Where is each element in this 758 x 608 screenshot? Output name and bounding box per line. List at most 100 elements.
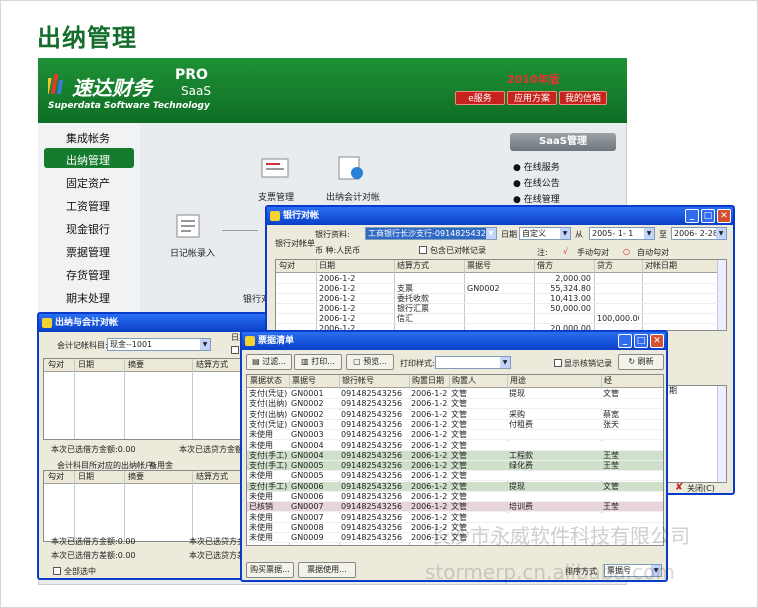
sidebar-item-notes[interactable]: 票据管理 bbox=[66, 244, 110, 260]
side-label: 期 bbox=[669, 386, 677, 395]
table-row[interactable]: 未使用 GN0004 091482543256 2006-1-2 文管 bbox=[247, 440, 663, 451]
journal-icon[interactable] bbox=[173, 213, 205, 239]
date-from-value: 2005- 1- 1 bbox=[592, 229, 634, 238]
table-row[interactable]: 2006-1-2 信汇 100,000.00 bbox=[276, 314, 726, 324]
saas-item-service-label: 在线服务 bbox=[523, 163, 560, 173]
sidebar-item-cash-bank[interactable]: 现金银行 bbox=[66, 221, 110, 237]
table-row[interactable]: 2006-1-2 委托收款 10,413.00 bbox=[276, 294, 726, 304]
sidebar-item-cashier[interactable]: 出纳管理 bbox=[66, 152, 110, 168]
account-book-label: 银行对帐单 bbox=[275, 239, 315, 248]
refresh-label: 刷新 bbox=[637, 357, 654, 366]
sidebar-item-period-end[interactable]: 期末处理 bbox=[66, 290, 110, 306]
print-style-select[interactable]: ▼ bbox=[435, 356, 511, 369]
e-service-button[interactable]: e服务 bbox=[455, 91, 505, 105]
table-cell: 2006-1-2 bbox=[411, 430, 448, 440]
table-cell: 文管 bbox=[451, 389, 467, 398]
minimize-button[interactable]: _ bbox=[618, 334, 632, 348]
reconcile-icon[interactable] bbox=[335, 155, 367, 181]
manual-label: 手动勾对 bbox=[577, 248, 609, 257]
solutions-button[interactable]: 应用方案 bbox=[507, 91, 557, 105]
show-cancelled-checkbox[interactable] bbox=[554, 359, 562, 367]
refresh-button[interactable]: ↻ 刷新 bbox=[618, 354, 664, 370]
table-row[interactable]: 2006-1-2 支票 GN0002 55,324.80 bbox=[276, 284, 726, 294]
chevron-down-icon[interactable]: ▼ bbox=[560, 228, 570, 239]
table-row[interactable]: 支付(手工) GN0004 091482543256 2006-1-2 文管 工程款 王莹 bbox=[247, 450, 663, 461]
table-row[interactable]: 未使用 GN0003 091482543256 2006-1-2 文管 bbox=[247, 430, 663, 441]
table-row[interactable]: 已核销 GN0007 091482543256 2006-1-2 文管 培训费 王莹 bbox=[247, 502, 663, 513]
scrollbar[interactable] bbox=[717, 386, 726, 482]
table-cell: 文管 bbox=[451, 481, 467, 491]
sidebar-item-payroll[interactable]: 工资管理 bbox=[66, 198, 110, 214]
table-row[interactable]: 2006-1-2 2,000.00 bbox=[276, 274, 726, 284]
chevron-down-icon[interactable]: ▼ bbox=[500, 357, 510, 368]
sidebar-item-integrated-accounts[interactable]: 集成帐务 bbox=[66, 130, 110, 146]
table-cell: 2006-1-2 bbox=[411, 440, 448, 450]
close-button[interactable]: 关闭(C) bbox=[687, 483, 715, 494]
table-cell: 091482543256 bbox=[341, 389, 403, 398]
lower-total-debit: 本次已选借方金额:0.00 bbox=[51, 537, 136, 546]
table-row[interactable]: 支付(凭证) GN0003 091482543256 2006-1-2 文管 付租费 张天 bbox=[247, 419, 663, 430]
minimize-button[interactable]: _ bbox=[685, 209, 699, 223]
print-button[interactable]: ▥ 打印... bbox=[294, 354, 342, 370]
ledger-col-header: 勾对 bbox=[48, 360, 64, 369]
table-row[interactable]: 未使用 GN0005 091482543256 2006-1-2 文管 bbox=[247, 471, 663, 482]
table-row[interactable]: 支付(出纳) GN0002 091482543256 2006-1-2 文管 bbox=[247, 399, 663, 410]
feature-reconcile-label[interactable]: 出纳会计对帐 bbox=[326, 190, 380, 203]
maximize-button[interactable]: □ bbox=[634, 334, 648, 348]
bank-window-titlebar[interactable]: 银行对帐 _ □ ✕ bbox=[267, 207, 733, 225]
sidebar-item-inventory[interactable]: 存货管理 bbox=[66, 267, 110, 283]
include-reconciled-checkbox[interactable] bbox=[419, 246, 427, 254]
grid-divider bbox=[192, 471, 193, 541]
saas-item-notice[interactable]: ● 在线公告 bbox=[513, 176, 560, 189]
chevron-down-icon[interactable]: ▼ bbox=[644, 228, 654, 239]
voucher-window-titlebar[interactable]: 票据清单 _ □ ✕ bbox=[242, 332, 666, 350]
reconcile-include-checkbox[interactable] bbox=[231, 346, 239, 354]
cheque-icon[interactable] bbox=[260, 155, 292, 181]
table-cell: 未使用 bbox=[249, 440, 273, 450]
table-row[interactable]: 支付(出纳) GN0002 091482543256 2006-1-2 文管 采购 蔡宽 bbox=[247, 409, 663, 420]
chevron-down-icon[interactable]: ▼ bbox=[486, 228, 496, 239]
saas-item-service[interactable]: ● 在线服务 bbox=[513, 160, 560, 173]
maximize-button[interactable]: □ bbox=[701, 209, 715, 223]
upper-ledger-grid[interactable]: 勾对 日期 摘要 结算方式 bbox=[43, 358, 265, 440]
mailbox-button[interactable]: 我的信箱 bbox=[559, 91, 607, 105]
close-icon[interactable]: ✕ bbox=[650, 334, 664, 348]
date-from-input[interactable]: 2005- 1- 1 ▼ bbox=[589, 227, 655, 240]
table-cell: 支付(凭证) bbox=[249, 389, 288, 398]
table-row[interactable]: 支付(凭证) GN0001 091482543256 2006-1-2 文管 提现 文管 bbox=[247, 389, 663, 399]
saas-item-admin[interactable]: ● 在线管理 bbox=[513, 192, 560, 205]
reconcile-window-titlebar[interactable]: 出纳与会计对帐 bbox=[39, 314, 265, 332]
table-cell: 091482543256 bbox=[341, 481, 403, 491]
date-to-input[interactable]: 2006- 2-28 ▼ bbox=[671, 227, 727, 240]
preview-button[interactable]: ▢ 预览... bbox=[346, 354, 394, 370]
use-voucher-button[interactable]: 票据使用... bbox=[298, 562, 356, 578]
account-select[interactable]: 现金--1001 ▼ bbox=[107, 338, 211, 351]
bank-select[interactable]: 工商银行长沙支行-0914825432 56 ▼ bbox=[365, 227, 497, 240]
filter-icon: ▤ bbox=[252, 357, 260, 366]
chevron-down-icon[interactable]: ▼ bbox=[716, 228, 726, 239]
table-cell: 091482543256 bbox=[341, 440, 403, 450]
date-mode-select[interactable]: 自定义 ▼ bbox=[519, 227, 571, 240]
bank-statement-grid[interactable]: 勾对 日期 结算方式 票据号 借方 贷方 对帐日期 2006-1-2 2,000.00 2006… bbox=[275, 259, 727, 331]
close-icon[interactable]: ✕ bbox=[717, 209, 731, 223]
table-cell: GN0005 bbox=[291, 461, 324, 471]
table-cell: 2006-1-2 bbox=[411, 461, 448, 471]
table-cell: 文管 bbox=[451, 409, 467, 419]
table-row[interactable]: 未使用 GN0006 091482543256 2006-1-2 文管 bbox=[247, 492, 663, 502]
table-cell: 2,000.00 bbox=[555, 274, 591, 283]
feature-journal-label[interactable]: 日记帐录入 bbox=[170, 246, 215, 259]
sidebar-item-fixed-assets[interactable]: 固定资产 bbox=[66, 175, 110, 191]
table-row[interactable]: 支付(手工) GN0006 091482543256 2006-1-2 文管 提现 文管 bbox=[247, 481, 663, 492]
table-cell: 信汇 bbox=[397, 314, 413, 323]
filter-button[interactable]: ▤ 过滤... bbox=[246, 354, 292, 370]
upper-total-debit: 本次已选借方金额:0.00 bbox=[51, 445, 136, 454]
window-icon bbox=[270, 211, 280, 221]
table-row[interactable]: 2006-1-2 银行汇票 50,000.00 bbox=[276, 304, 726, 314]
select-all-checkbox[interactable] bbox=[53, 567, 61, 575]
lower-ledger-grid[interactable]: 勾对 日期 摘要 结算方式 bbox=[43, 470, 265, 542]
table-row[interactable]: 支付(手工) GN0005 091482543256 2006-1-2 文管 绿化费 王莹 bbox=[247, 461, 663, 472]
feature-cheque-label[interactable]: 支票管理 bbox=[258, 190, 294, 203]
buy-voucher-button[interactable]: 购买票据... bbox=[246, 562, 294, 578]
chevron-down-icon[interactable]: ▼ bbox=[200, 339, 210, 350]
ledger-col-header: 摘要 bbox=[128, 360, 144, 369]
